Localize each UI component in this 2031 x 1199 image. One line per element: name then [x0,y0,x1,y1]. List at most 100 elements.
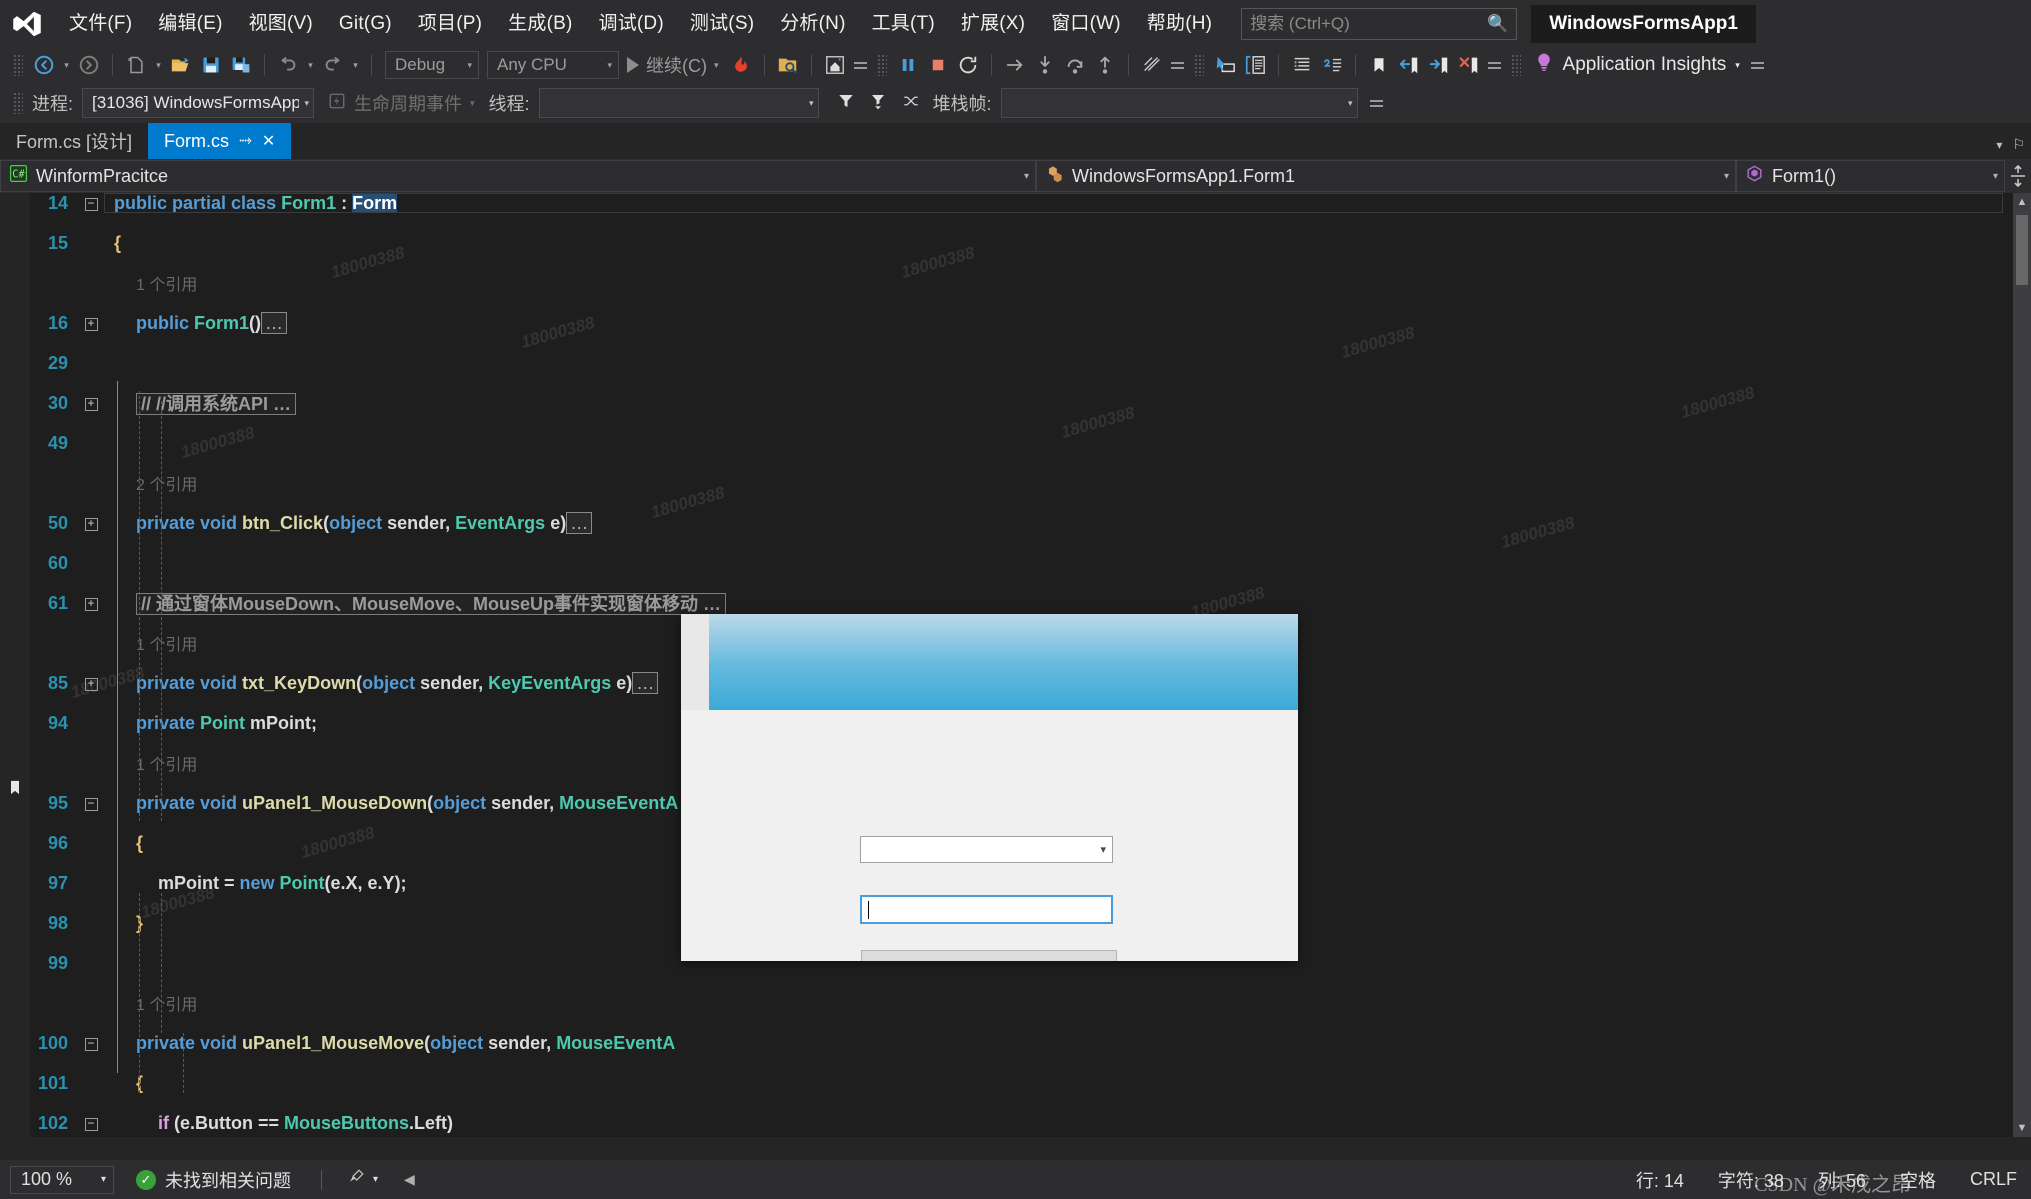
fold-collapse-icon[interactable]: − [78,795,104,811]
lifecycle-events-button[interactable]: 生命周期事件 ▾ [328,90,475,116]
overflow-chevrons-icon[interactable] [853,61,867,69]
fold-collapse-icon[interactable]: − [78,1035,104,1051]
step-out-icon[interactable] [1091,51,1119,79]
home-window-icon[interactable] [821,51,849,79]
codelens-reference[interactable]: 1 个引用 [136,757,197,774]
new-file-icon[interactable] [122,51,150,79]
winform-textbox[interactable] [860,895,1113,924]
code-line[interactable]: 14− public partial class Form1 : Form [0,193,2013,213]
filter-down-icon[interactable] [869,92,887,115]
process-combo[interactable]: [31036] WindowsFormsApp1.ex ▾ [82,88,315,118]
menu-item-tools[interactable]: 工具(T) [859,6,948,42]
search-input[interactable] [1250,13,1484,34]
previous-bookmark-icon[interactable] [1395,51,1423,79]
undo-dropdown[interactable]: ▾ [304,51,317,79]
navigate-back-icon[interactable] [30,51,58,79]
stop-icon[interactable] [924,51,952,79]
next-bookmark-icon[interactable] [1425,51,1453,79]
bookmark-icon[interactable] [1365,51,1393,79]
navbar-type-combo[interactable]: WindowsFormsApp1.Form1 ▾ [1036,160,1736,192]
editor-vertical-scrollbar[interactable]: ▲ ▼ [2013,193,2031,1137]
tab-form-cs-design[interactable]: Form.cs [设计] [0,123,148,159]
filter-icon[interactable] [837,92,855,115]
diagnostics-icon[interactable] [1138,51,1166,79]
fold-expand-icon[interactable]: + [78,595,104,611]
scroll-up-arrow-icon[interactable]: ▲ [2013,193,2031,211]
toolbar-grip[interactable] [876,54,887,76]
code-line[interactable]: 30 + // //调用系统API … [0,393,2013,415]
codelens-reference[interactable]: 1 个引用 [136,997,197,1014]
code-line[interactable]: 101 { [0,1073,2013,1093]
menu-item-analyze[interactable]: 分析(N) [767,6,858,42]
toolbar-grip[interactable] [13,54,23,76]
scroll-down-arrow-icon[interactable]: ▼ [2013,1119,2031,1137]
menu-item-debug[interactable]: 调试(D) [586,6,677,42]
login-button[interactable]: LogIn [861,950,1117,961]
code-line[interactable]: 49 [0,433,2013,453]
encoding-label[interactable]: CRLF [1970,1169,2017,1190]
codelens-reference[interactable]: 1 个引用 [136,277,197,294]
bookmark-glyph-icon[interactable] [7,778,23,802]
tab-form-cs[interactable]: Form.cs ⤑ ✕ [148,123,292,159]
winform-combobox[interactable]: ▾ [860,836,1113,863]
redo-icon[interactable] [319,51,347,79]
fold-collapse-icon[interactable]: − [78,195,104,211]
menu-item-edit[interactable]: 编辑(E) [145,6,235,42]
winforms-app-window[interactable]: ▾ LogIn [681,614,1298,961]
menu-item-view[interactable]: 视图(V) [236,6,326,42]
code-line[interactable]: 2 个引用 [0,473,2013,494]
winform-title-panel[interactable] [681,614,1298,710]
menu-item-git[interactable]: Git(G) [326,6,405,42]
configuration-combo[interactable]: Debug ▾ [385,51,479,79]
restart-icon[interactable] [954,51,982,79]
codelens-reference[interactable]: 1 个引用 [136,637,197,654]
stackframe-combo[interactable]: ▾ [1000,88,1358,118]
toolbar-grip[interactable] [1193,54,1204,76]
code-line[interactable]: 1 个引用 [0,273,2013,294]
clear-bookmark-icon[interactable] [1455,51,1483,79]
menu-item-project[interactable]: 项目(P) [405,6,495,42]
tab-pin-icon[interactable]: ⚐ [2012,136,2025,153]
navigate-back-dropdown[interactable]: ▾ [60,51,73,79]
save-all-icon[interactable] [227,51,255,79]
fold-expand-icon[interactable]: + [78,395,104,411]
code-line[interactable]: 100− private void uPanel1_MouseMove(objec… [0,1033,2013,1053]
zoom-combo[interactable]: 100 % ▾ [10,1165,114,1194]
code-line[interactable]: 15 { [0,233,2013,253]
fold-expand-icon[interactable]: + [78,675,104,691]
navbar-member-combo[interactable]: Form1() ▾ [1736,160,2005,192]
overflow-chevrons-icon[interactable] [1487,61,1501,69]
step-over-icon[interactable] [1061,51,1089,79]
menu-item-extensions[interactable]: 扩展(X) [948,6,1038,42]
application-insights-button[interactable]: Application Insights ▾ [1528,51,1746,79]
toolbar-grip[interactable] [13,92,23,114]
previous-icon[interactable]: ◀ [404,1171,415,1188]
codelens-reference[interactable]: 2 个引用 [136,477,197,494]
code-line[interactable]: 50 + private void btn_Click(object sender,… [0,511,2013,534]
overflow-chevrons-icon[interactable] [1750,61,1764,69]
thread-combo[interactable]: ▾ [538,88,819,118]
spaces-label[interactable]: 空格 [1900,1167,1936,1193]
menu-item-help[interactable]: 帮助(H) [1134,6,1225,42]
menu-item-test[interactable]: 测试(S) [677,6,767,42]
code-line[interactable]: 1 个引用 [0,993,2013,1014]
navigate-forward-icon[interactable] [75,51,103,79]
code-line[interactable]: 61 + // 通过窗体MouseDown、MouseMove、MouseUp事件实… [0,593,2013,615]
continue-button[interactable]: 继续(C) ▾ [621,52,725,78]
save-icon[interactable] [197,51,225,79]
issues-status[interactable]: ✓ 未找到相关问题 [136,1167,291,1193]
menu-item-file[interactable]: 文件(F) [56,6,145,42]
menu-item-build[interactable]: 生成(B) [495,6,585,42]
open-folder-icon[interactable] [167,51,195,79]
overflow-chevrons-icon[interactable] [1170,61,1184,69]
pause-icon[interactable] [894,51,922,79]
comment-icon[interactable] [1318,51,1346,79]
code-cleanup-button[interactable]: ▾ [346,1168,378,1191]
folder-search-icon[interactable] [774,51,802,79]
code-line[interactable]: 60 [0,553,2013,573]
code-line[interactable]: 29 [0,353,2013,373]
navbar-project-combo[interactable]: C# WinformPracitce ▾ [0,160,1036,192]
pointer-window-icon[interactable] [1211,51,1239,79]
scrollbar-thumb[interactable] [2016,215,2028,285]
show-next-statement-icon[interactable] [1001,51,1029,79]
